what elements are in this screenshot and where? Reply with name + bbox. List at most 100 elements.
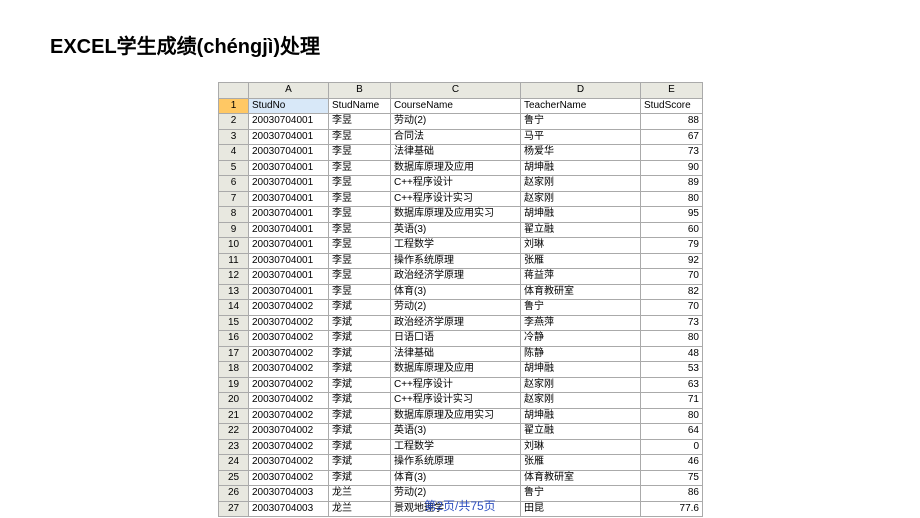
cell[interactable]: 89 [641,176,703,192]
cell[interactable]: 政治经济学原理 [391,269,521,285]
cell[interactable]: 73 [641,315,703,331]
cell[interactable]: 20030704002 [249,455,329,471]
row-header[interactable]: 9 [219,222,249,238]
cell[interactable]: 67 [641,129,703,145]
col-header-C[interactable]: C [391,83,521,99]
cell[interactable]: 操作系统原理 [391,455,521,471]
col-header-E[interactable]: E [641,83,703,99]
cell[interactable]: 英语(3) [391,424,521,440]
row-header[interactable]: 1 [219,98,249,114]
cell[interactable]: 64 [641,424,703,440]
cell[interactable]: 73 [641,145,703,161]
cell[interactable]: 李昱 [329,253,391,269]
cell[interactable]: 劳动(2) [391,114,521,130]
cell[interactable]: C++程序设计实习 [391,393,521,409]
row-header[interactable]: 21 [219,408,249,424]
cell[interactable]: 90 [641,160,703,176]
cell[interactable]: 20030704002 [249,470,329,486]
cell[interactable]: 0 [641,439,703,455]
cell[interactable]: 李斌 [329,408,391,424]
cell[interactable]: 赵家刚 [521,191,641,207]
cell[interactable]: 李斌 [329,300,391,316]
col-header-D[interactable]: D [521,83,641,99]
cell[interactable]: 李昱 [329,145,391,161]
cell[interactable]: 李斌 [329,346,391,362]
cell[interactable]: 95 [641,207,703,223]
cell[interactable]: 李昱 [329,176,391,192]
cell[interactable]: 20030704002 [249,424,329,440]
cell[interactable]: 20030704002 [249,362,329,378]
cell[interactable]: StudScore [641,98,703,114]
cell[interactable]: 48 [641,346,703,362]
cell[interactable]: 82 [641,284,703,300]
cell[interactable]: 体育(3) [391,284,521,300]
cell[interactable]: 马平 [521,129,641,145]
col-header-A[interactable]: A [249,83,329,99]
cell[interactable]: 胡坤融 [521,408,641,424]
cell[interactable]: 20030704002 [249,377,329,393]
cell[interactable]: StudNo [249,98,329,114]
cell[interactable]: 92 [641,253,703,269]
cell[interactable]: 李昱 [329,238,391,254]
cell[interactable]: 20030704002 [249,346,329,362]
cell[interactable]: 80 [641,408,703,424]
cell[interactable]: 79 [641,238,703,254]
cell[interactable]: 88 [641,114,703,130]
cell[interactable]: 20030704001 [249,238,329,254]
cell[interactable]: 体育教研室 [521,470,641,486]
row-header[interactable]: 6 [219,176,249,192]
cell[interactable]: 20030704001 [249,129,329,145]
cell[interactable]: 80 [641,191,703,207]
row-header[interactable]: 4 [219,145,249,161]
cell[interactable]: 赵家刚 [521,377,641,393]
cell[interactable]: 70 [641,300,703,316]
cell[interactable]: 李斌 [329,393,391,409]
cell[interactable]: 操作系统原理 [391,253,521,269]
cell[interactable]: 20030704002 [249,439,329,455]
cell[interactable]: 李昱 [329,269,391,285]
cell[interactable]: 20030704002 [249,393,329,409]
row-header[interactable]: 5 [219,160,249,176]
row-header[interactable]: 22 [219,424,249,440]
cell[interactable]: 20030704001 [249,145,329,161]
cell[interactable]: 杨爱华 [521,145,641,161]
cell[interactable]: 20030704002 [249,315,329,331]
cell[interactable]: 翟立融 [521,424,641,440]
cell[interactable]: C++程序设计 [391,176,521,192]
cell[interactable]: 赵家刚 [521,393,641,409]
cell[interactable]: 李斌 [329,362,391,378]
row-header[interactable]: 18 [219,362,249,378]
cell[interactable]: 71 [641,393,703,409]
cell[interactable]: 李昱 [329,160,391,176]
row-header[interactable]: 3 [219,129,249,145]
excel-grid[interactable]: A B C D E 1StudNoStudNameCourseNameTeach… [218,82,703,517]
cell[interactable]: 蒋益萍 [521,269,641,285]
cell[interactable]: 20030704001 [249,222,329,238]
select-all-corner[interactable] [219,83,249,99]
cell[interactable]: 陈静 [521,346,641,362]
cell[interactable]: 李斌 [329,470,391,486]
col-header-B[interactable]: B [329,83,391,99]
cell[interactable]: 70 [641,269,703,285]
cell[interactable]: 政治经济学原理 [391,315,521,331]
cell[interactable]: 英语(3) [391,222,521,238]
cell[interactable]: 工程数学 [391,439,521,455]
cell[interactable]: 20030704001 [249,114,329,130]
cell[interactable]: 翟立融 [521,222,641,238]
cell[interactable]: 李斌 [329,424,391,440]
row-header[interactable]: 20 [219,393,249,409]
cell[interactable]: 20030704002 [249,331,329,347]
cell[interactable]: TeacherName [521,98,641,114]
cell[interactable]: 75 [641,470,703,486]
cell[interactable]: 20030704001 [249,176,329,192]
cell[interactable]: 60 [641,222,703,238]
cell[interactable]: 工程数学 [391,238,521,254]
cell[interactable]: 李斌 [329,331,391,347]
cell[interactable]: 劳动(2) [391,300,521,316]
cell[interactable]: 体育教研室 [521,284,641,300]
cell[interactable]: 53 [641,362,703,378]
cell[interactable]: 法律基础 [391,145,521,161]
cell[interactable]: 刘琳 [521,238,641,254]
cell[interactable]: 胡坤融 [521,362,641,378]
row-header[interactable]: 8 [219,207,249,223]
